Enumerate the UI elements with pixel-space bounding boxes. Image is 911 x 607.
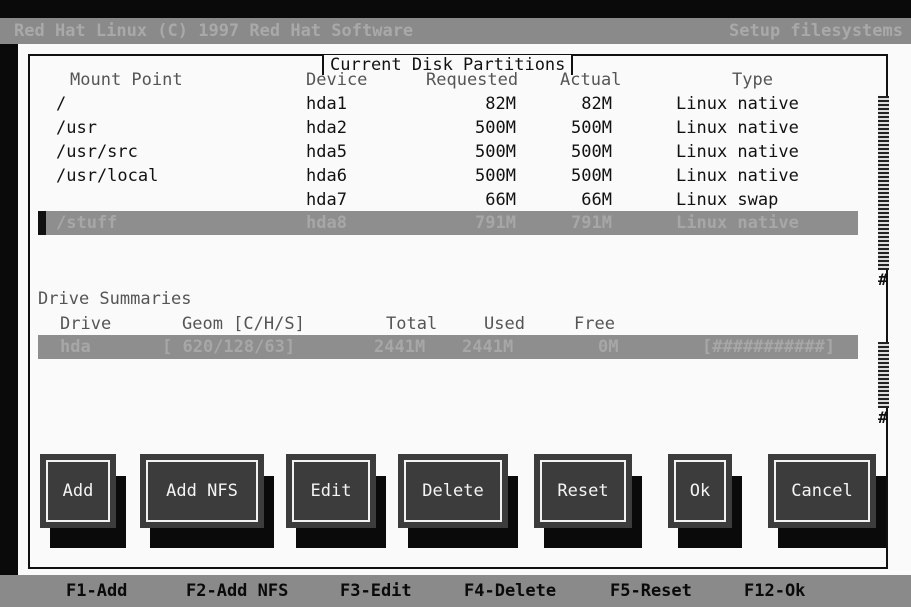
mount-point: /usr/src <box>56 142 138 162</box>
drive-geometry: [ 620/128/63] <box>162 337 296 357</box>
fkey-ok[interactable]: F12-Ok <box>744 575 805 607</box>
requested-size: 791M <box>475 213 516 233</box>
selected-drive-row[interactable]: hda [ 620/128/63] 2441M 2441M 0M [######… <box>38 335 858 359</box>
requested-size: 500M <box>475 166 516 186</box>
col-header-total: Total <box>386 314 438 334</box>
mount-point: /usr/local <box>56 166 159 186</box>
drive-summaries-label: Drive Summaries <box>38 289 192 309</box>
mount-point: / <box>56 94 67 114</box>
screen-title: Setup filesystems <box>729 21 903 41</box>
col-header-actual: Actual <box>560 70 622 90</box>
device: hda8 <box>306 213 347 233</box>
function-key-bar: F1-Add F2-Add NFS F3-Edit F4-Delete F5-R… <box>0 575 911 607</box>
title-bar: Red Hat Linux (C) 1997 Red Hat Software … <box>0 18 911 44</box>
requested-size: 500M <box>475 118 516 138</box>
partition-type: Linux native <box>676 118 799 138</box>
requested-size: 82M <box>485 94 516 114</box>
actual-size: 66M <box>581 190 612 210</box>
requested-size: 66M <box>485 190 516 210</box>
col-header-requested: Requested <box>426 70 519 90</box>
drive-name: hda <box>60 337 91 357</box>
mount-point: /usr <box>56 118 97 138</box>
window-title: Red Hat Linux (C) 1997 Red Hat Software <box>14 21 414 41</box>
actual-size: 500M <box>571 142 612 162</box>
partitions-scroll-thumb[interactable]: # <box>878 272 888 288</box>
fkey-delete[interactable]: F4-Delete <box>464 575 556 607</box>
actual-size: 500M <box>571 166 612 186</box>
row-cursor <box>38 211 46 235</box>
drive-total: 2441M <box>374 337 426 357</box>
col-header-drive: Drive <box>60 314 112 334</box>
actual-size: 500M <box>571 118 612 138</box>
col-header-type: Type <box>732 70 773 90</box>
fkey-reset[interactable]: F5-Reset <box>610 575 692 607</box>
actual-size: 82M <box>581 94 612 114</box>
setup-screen: Current Disk Partitions Mount Point Devi… <box>18 44 911 575</box>
selected-partition-row[interactable]: /stuff hda8 791M 791M Linux native <box>38 211 858 235</box>
partition-type: Linux native <box>676 166 799 186</box>
partition-type: Linux native <box>676 213 799 233</box>
actual-size: 791M <box>571 213 612 233</box>
col-header-geom: Geom [C/H/S] <box>182 314 305 334</box>
fkey-add-nfs[interactable]: F2-Add NFS <box>186 575 288 607</box>
partitions-scrollbar[interactable] <box>878 96 889 270</box>
col-header-device: Device <box>306 70 368 90</box>
requested-size: 500M <box>475 142 516 162</box>
col-header-free: Free <box>574 314 615 334</box>
drive-used: 2441M <box>462 337 514 357</box>
col-header-used: Used <box>484 314 525 334</box>
partition-type: Linux native <box>676 142 799 162</box>
fkey-add[interactable]: F1-Add <box>66 575 127 607</box>
drives-scrollbar[interactable] <box>878 342 889 408</box>
device: hda6 <box>306 166 347 186</box>
device: hda2 <box>306 118 347 138</box>
device: hda7 <box>306 190 347 210</box>
device: hda1 <box>306 94 347 114</box>
drive-free: 0M <box>598 337 619 357</box>
fkey-edit[interactable]: F3-Edit <box>340 575 412 607</box>
drives-scroll-thumb[interactable]: # <box>878 410 888 426</box>
device: hda5 <box>306 142 347 162</box>
partitions-dialog: Current Disk Partitions Mount Point Devi… <box>28 54 889 569</box>
drive-usage-bar: [###########] <box>702 337 836 357</box>
partition-type: Linux native <box>676 94 799 114</box>
col-header-mount: Mount Point <box>70 70 183 90</box>
mount-point: /stuff <box>56 213 118 233</box>
partition-type: Linux swap <box>676 190 779 210</box>
